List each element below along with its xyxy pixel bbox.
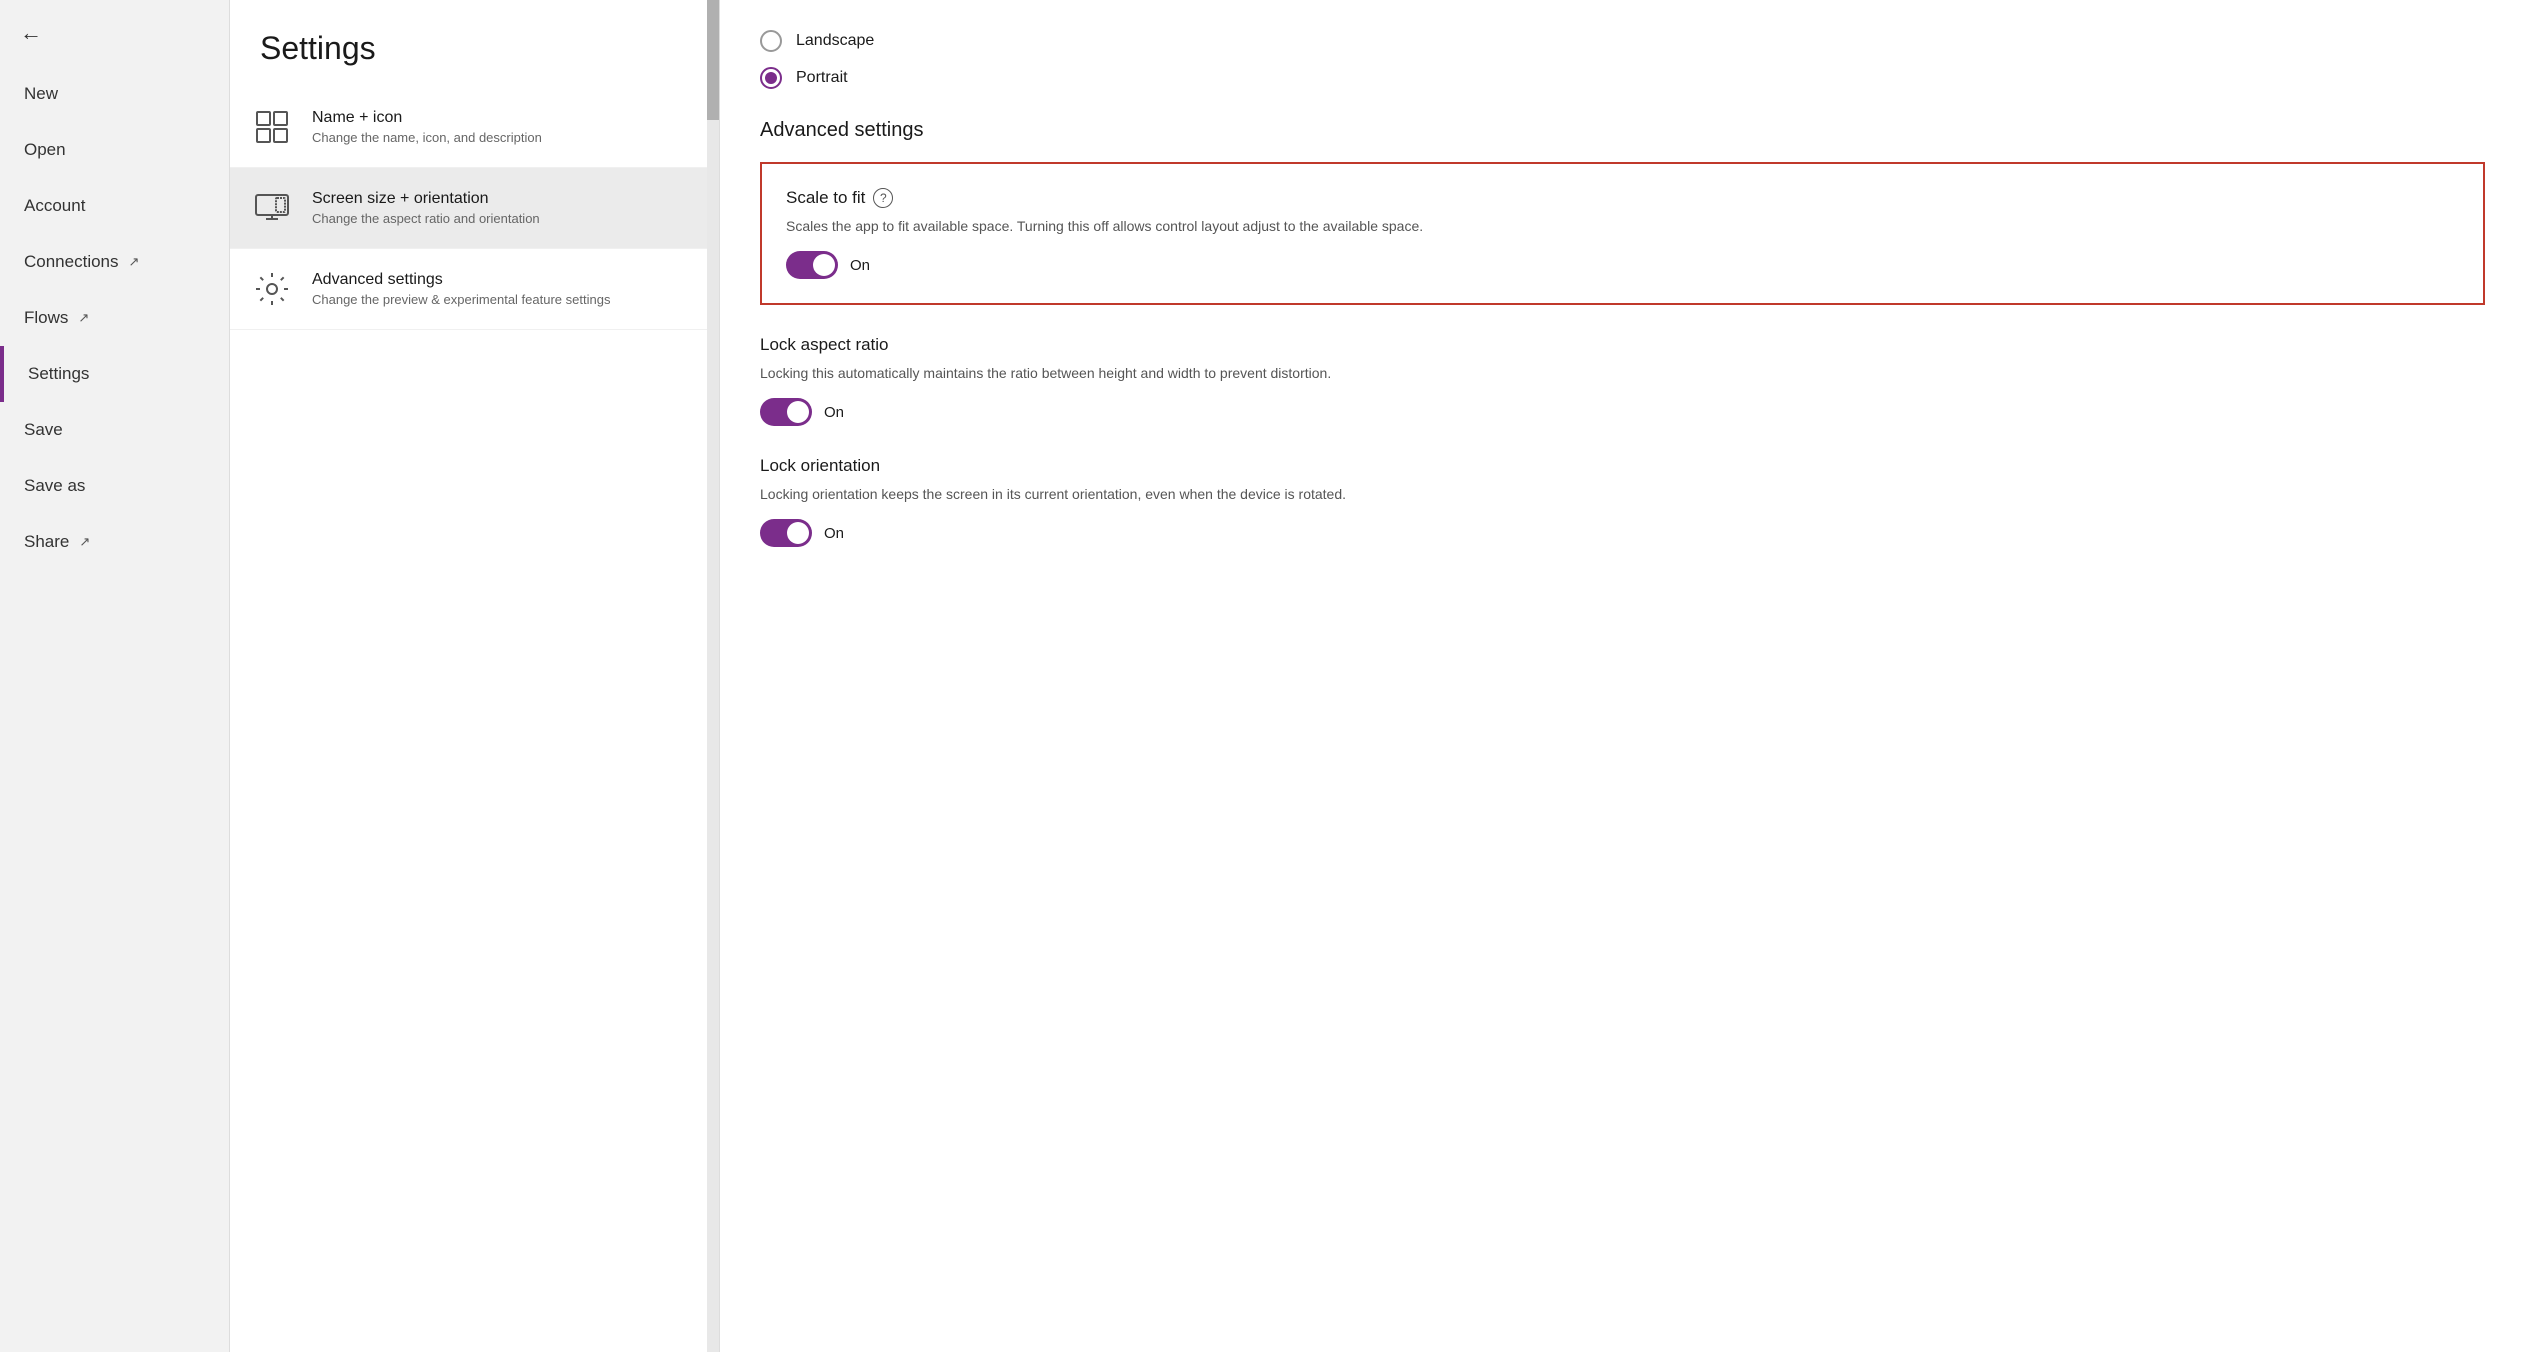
settings-menu-item-advanced[interactable]: Advanced settings Change the preview & ex…	[230, 249, 719, 330]
sidebar-item-share[interactable]: Share ↗	[0, 514, 229, 570]
portrait-radio-circle	[760, 67, 782, 89]
portrait-label: Portrait	[796, 69, 848, 87]
orientation-section: Landscape Portrait	[760, 30, 2485, 89]
sidebar-item-label-flows: Flows	[24, 308, 68, 328]
scale-to-fit-toggle-row: On	[786, 251, 2459, 279]
lock-aspect-ratio-desc: Locking this automatically maintains the…	[760, 363, 1400, 384]
sidebar-item-label-save: Save	[24, 420, 63, 440]
scale-to-fit-description: Scales the app to fit available space. T…	[786, 216, 1426, 237]
settings-menu-icon-advanced	[250, 267, 294, 311]
landscape-radio[interactable]: Landscape	[760, 30, 2485, 52]
settings-panel: Settings Name + icon Change the name, ico…	[230, 0, 720, 1352]
scale-to-fit-title-row: Scale to fit ?	[786, 188, 2459, 208]
back-button[interactable]: ←	[0, 0, 229, 56]
sidebar-item-label-save-as: Save as	[24, 476, 85, 496]
sidebar-item-flows[interactable]: Flows ↗	[0, 290, 229, 346]
sidebar-item-save-as[interactable]: Save as	[0, 458, 229, 514]
sidebar-item-connections[interactable]: Connections ↗	[0, 234, 229, 290]
sidebar-nav: New Open Account Connections ↗ Flows ↗ Settings…	[0, 56, 229, 1352]
portrait-radio-dot	[765, 72, 777, 84]
lock-orientation-label: Lock orientation	[760, 456, 880, 476]
scale-to-fit-knob	[813, 254, 835, 276]
lock-orientation-title: Lock orientation	[760, 456, 2485, 476]
external-link-icon-share: ↗	[79, 534, 90, 550]
settings-menu-title-advanced: Advanced settings	[312, 271, 610, 289]
lock-aspect-ratio-toggle-row: On	[760, 398, 2485, 426]
portrait-radio[interactable]: Portrait	[760, 67, 2485, 89]
settings-menu-title-screen-size: Screen size + orientation	[312, 190, 540, 208]
lock-aspect-ratio-title: Lock aspect ratio	[760, 335, 2485, 355]
sidebar-item-label-share: Share	[24, 532, 69, 552]
scale-to-fit-toggle[interactable]	[786, 251, 838, 279]
external-link-icon-flows: ↗	[78, 310, 89, 326]
scrollbar-thumb[interactable]	[707, 0, 719, 120]
scale-to-fit-help-icon[interactable]: ?	[873, 188, 893, 208]
lock-orientation-toggle-row: On	[760, 519, 2485, 547]
settings-menu-item-name-icon[interactable]: Name + icon Change the name, icon, and de…	[230, 87, 719, 168]
sidebar-item-new[interactable]: New	[0, 66, 229, 122]
settings-menu-icon-name-icon	[250, 105, 294, 149]
sidebar-item-settings[interactable]: Settings	[0, 346, 229, 402]
settings-menu: Name + icon Change the name, icon, and de…	[230, 87, 719, 330]
lock-orientation-desc: Locking orientation keeps the screen in …	[760, 484, 1400, 505]
scale-to-fit-label: Scale to fit	[786, 188, 865, 208]
lock-aspect-ratio-label: Lock aspect ratio	[760, 335, 889, 355]
sidebar-item-label-account: Account	[24, 196, 85, 216]
landscape-radio-circle	[760, 30, 782, 52]
settings-menu-subtitle-name-icon: Change the name, icon, and description	[312, 130, 542, 145]
sidebar: ← New Open Account Connections ↗ Flows ↗ Settin…	[0, 0, 230, 1352]
settings-menu-text-screen-size: Screen size + orientation Change the aspe…	[312, 190, 540, 226]
lock-aspect-ratio-knob	[787, 401, 809, 423]
settings-menu-text-advanced: Advanced settings Change the preview & ex…	[312, 271, 610, 307]
settings-menu-icon-screen-size	[250, 186, 294, 230]
advanced-settings-title: Advanced settings	[760, 119, 2485, 142]
lock-orientation-toggle[interactable]	[760, 519, 812, 547]
settings-menu-subtitle-advanced: Change the preview & experimental featur…	[312, 292, 610, 307]
page-title: Settings	[230, 0, 719, 87]
lock-aspect-ratio-toggle[interactable]	[760, 398, 812, 426]
settings-menu-item-screen-size[interactable]: Screen size + orientation Change the aspe…	[230, 168, 719, 249]
lock-aspect-ratio-section: Lock aspect ratio Locking this automatic…	[760, 335, 2485, 426]
sidebar-item-label-settings: Settings	[28, 364, 89, 384]
content-panel: Landscape Portrait Advanced settings Sca…	[720, 0, 2525, 1352]
sidebar-item-label-new: New	[24, 84, 58, 104]
scrollbar[interactable]	[707, 0, 719, 1352]
sidebar-item-open[interactable]: Open	[0, 122, 229, 178]
orientation-radio-group: Landscape Portrait	[760, 30, 2485, 89]
lock-orientation-toggle-label: On	[824, 525, 844, 542]
lock-orientation-section: Lock orientation Locking orientation kee…	[760, 456, 2485, 547]
external-link-icon-connections: ↗	[129, 254, 140, 270]
settings-menu-text-name-icon: Name + icon Change the name, icon, and de…	[312, 109, 542, 145]
lock-orientation-knob	[787, 522, 809, 544]
landscape-label: Landscape	[796, 32, 874, 50]
sidebar-item-account[interactable]: Account	[0, 178, 229, 234]
sidebar-item-label-connections: Connections	[24, 252, 119, 272]
settings-menu-subtitle-screen-size: Change the aspect ratio and orientation	[312, 211, 540, 226]
scale-to-fit-card: Scale to fit ? Scales the app to fit ava…	[760, 162, 2485, 305]
lock-aspect-ratio-toggle-label: On	[824, 404, 844, 421]
settings-menu-title-name-icon: Name + icon	[312, 109, 542, 127]
sidebar-item-label-open: Open	[24, 140, 66, 160]
scale-to-fit-toggle-label: On	[850, 257, 870, 274]
sidebar-item-save[interactable]: Save	[0, 402, 229, 458]
